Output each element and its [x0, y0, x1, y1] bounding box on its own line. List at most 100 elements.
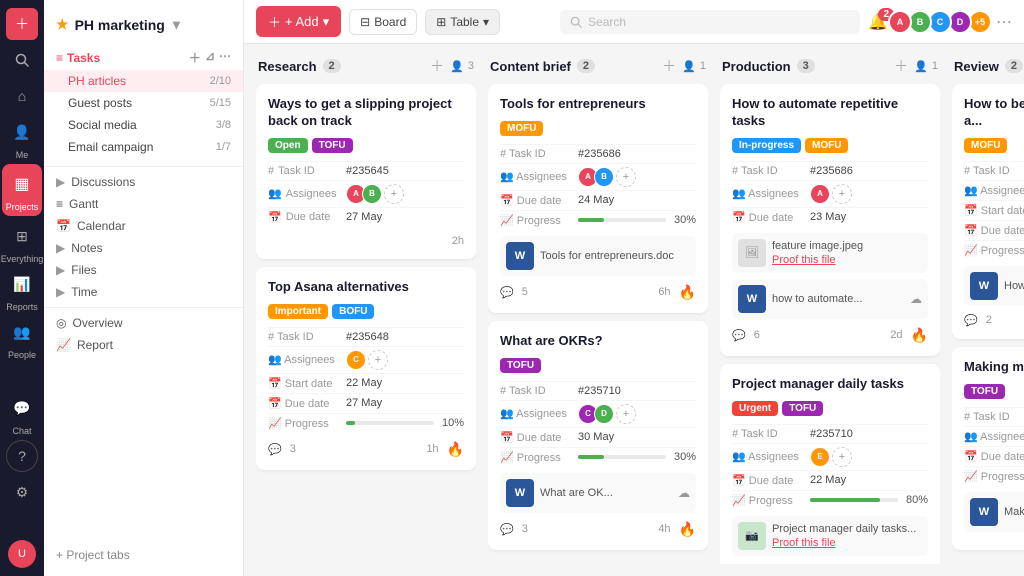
nav-sidebar: ★ PH marketing ▾ ≡ Tasks ＋ ⊿ ⋯ PH articl…	[44, 0, 244, 576]
card-title: How to better h... deadlines as a...	[964, 96, 1024, 130]
chat-nav[interactable]: 💬 Chat	[6, 392, 38, 436]
assignees-field: 👥 Assignees	[964, 180, 1024, 200]
file-name: Project manager daily tasks...	[772, 523, 916, 535]
more-icon[interactable]: ⋯	[219, 49, 231, 66]
discussions-item[interactable]: ▶ Discussions	[44, 171, 243, 193]
task-id-value: #235686	[810, 165, 853, 177]
card-time: 2d	[890, 329, 902, 341]
overview-item[interactable]: ◎ Overview	[44, 312, 243, 334]
content-brief-title: Content brief	[490, 59, 571, 74]
tag-tofu: TOFU	[312, 138, 353, 153]
card-file-rv2[interactable]: W Making...	[964, 492, 1024, 532]
tag-urgent: Urgent	[732, 401, 778, 416]
overview-icon: ◎	[56, 316, 66, 330]
discussions-chevron: ▶	[56, 175, 65, 189]
chat-icon: 💬	[6, 392, 38, 424]
nav-item-email-campaign[interactable]: Email campaign 1/7	[44, 136, 243, 158]
search-icon-btn[interactable]	[6, 44, 38, 76]
add-assignee-btn[interactable]: +	[384, 184, 404, 204]
assignee-icon: 👥	[268, 187, 282, 200]
report-item[interactable]: 📈 Report	[44, 334, 243, 356]
calendar-icon: 📅	[268, 211, 282, 224]
add-assignee-btn[interactable]: +	[616, 404, 636, 424]
reports-nav[interactable]: 📊 Reports	[6, 268, 38, 312]
card-title: How to automate repetitive tasks	[732, 96, 928, 130]
column-review: Review 2 ＋ How to better h... deadlines …	[952, 56, 1024, 564]
help-icon-btn[interactable]: ?	[6, 440, 38, 472]
gantt-item[interactable]: ≡ Gantt	[44, 193, 243, 215]
discussions-label: Discussions	[71, 175, 135, 189]
people-nav[interactable]: 👥 People	[6, 316, 38, 360]
card-file[interactable]: W What are OK... ☁	[500, 473, 696, 513]
add-task-icon[interactable]: ＋	[189, 49, 201, 66]
board-view-button[interactable]: ⊟ Board	[349, 9, 417, 35]
add-assignee-btn[interactable]: +	[616, 167, 636, 187]
card-tags: TOFU	[964, 384, 1024, 399]
add-assignee-btn[interactable]: +	[368, 350, 388, 370]
task-id-value: #235710	[810, 428, 853, 440]
me-nav[interactable]: 👤 Me	[6, 116, 38, 160]
card-file[interactable]: W Tools for entrepreneurs.doc	[500, 236, 696, 276]
tasks-header[interactable]: ≡ Tasks ＋ ⊿ ⋯	[44, 45, 243, 70]
card-p1[interactable]: How to automate repetitive tasks In-prog…	[720, 84, 940, 356]
card-file-img[interactable]: 🖼 feature image.jpeg Proof this file	[732, 233, 928, 273]
assignees-field: 👥 Assignees C +	[268, 346, 464, 373]
tag-tofu: TOFU	[782, 401, 823, 416]
review-count: 2	[1005, 59, 1023, 73]
card-p2[interactable]: Project manager daily tasks Urgent TOFU …	[720, 364, 940, 564]
search-bar[interactable]: Search	[560, 10, 860, 34]
add-card-icon[interactable]: ＋	[894, 56, 908, 76]
divider2	[44, 307, 243, 308]
calendar-item[interactable]: 📅 Calendar	[44, 215, 243, 237]
settings-icon-btn[interactable]: ⚙	[6, 476, 38, 508]
card-r1[interactable]: Ways to get a slipping project back on t…	[256, 84, 476, 259]
project-chevron: ▾	[173, 16, 180, 33]
card-file-rv[interactable]: W How to...	[964, 266, 1024, 306]
search-placeholder: Search	[588, 15, 626, 29]
production-count: 3	[797, 59, 815, 73]
filter-icon[interactable]: ⊿	[205, 49, 215, 66]
avatar: C	[346, 350, 366, 370]
projects-icon: ▦	[6, 168, 38, 200]
cloud-icon: ☁	[678, 486, 690, 500]
notes-label: Notes	[71, 241, 102, 255]
add-card-icon[interactable]: ＋	[430, 56, 444, 76]
project-header[interactable]: ★ PH marketing ▾	[44, 8, 243, 41]
user-avatar[interactable]: U	[8, 540, 36, 568]
proof-file-link[interactable]: Proof this file	[772, 254, 863, 266]
card-r2[interactable]: Top Asana alternatives Important BOFU # …	[256, 267, 476, 470]
main-content: ＋ + Add ▾ ⊟ Board ⊞ Table ▾ Search 🔔 2 A…	[244, 0, 1024, 576]
notes-item[interactable]: ▶ Notes	[44, 237, 243, 259]
time-item[interactable]: ▶ Time	[44, 281, 243, 303]
card-rv2[interactable]: Making mistake... TOFU # Task ID 👥 Assig…	[952, 347, 1024, 550]
nav-item-social-media[interactable]: Social media 3/8	[44, 114, 243, 136]
notifications[interactable]: 🔔 2	[868, 12, 888, 32]
table-view-button[interactable]: ⊞ Table ▾	[425, 9, 500, 35]
home-icon-btn[interactable]: ⌂	[6, 80, 38, 112]
add-assignee-btn[interactable]: +	[832, 184, 852, 204]
plus-button[interactable]: ＋	[6, 8, 38, 40]
projects-nav[interactable]: ▦ Projects	[2, 164, 43, 216]
more-options-icon[interactable]: ⋯	[996, 12, 1012, 32]
card-file-2[interactable]: W how to automate... ☁	[732, 279, 928, 319]
card-title: Ways to get a slipping project back on t…	[268, 96, 464, 130]
add-project-tab[interactable]: + Project tabs	[44, 542, 243, 568]
review-cards: How to better h... deadlines as a... MOF…	[952, 84, 1024, 564]
card-title: Tools for entrepreneurs	[500, 96, 696, 113]
add-button[interactable]: ＋ + Add ▾	[256, 6, 341, 37]
nav-item-ph-articles[interactable]: PH articles 2/10	[44, 70, 243, 92]
files-item[interactable]: ▶ Files	[44, 259, 243, 281]
card-cb2[interactable]: What are OKRs? TOFU # Task ID #235710 👥 …	[488, 321, 708, 550]
everything-nav[interactable]: ⊞ Everything	[1, 220, 44, 264]
add-card-icon[interactable]: ＋	[662, 56, 676, 76]
card-time: 6h	[658, 286, 670, 298]
add-assignee-btn[interactable]: +	[832, 447, 852, 467]
card-rv1[interactable]: How to better h... deadlines as a... MOF…	[952, 84, 1024, 339]
nav-item-guest-posts[interactable]: Guest posts 5/15	[44, 92, 243, 114]
word-file-icon: W	[506, 479, 534, 507]
card-cb1[interactable]: Tools for entrepreneurs MOFU # Task ID #…	[488, 84, 708, 313]
proof-file-link-2[interactable]: Proof this file	[772, 537, 916, 549]
due-date-value: 27 May	[346, 397, 382, 409]
tasks-label: Tasks	[67, 51, 100, 65]
card-file-pm[interactable]: 📷 Project manager daily tasks... Proof t…	[732, 516, 928, 556]
